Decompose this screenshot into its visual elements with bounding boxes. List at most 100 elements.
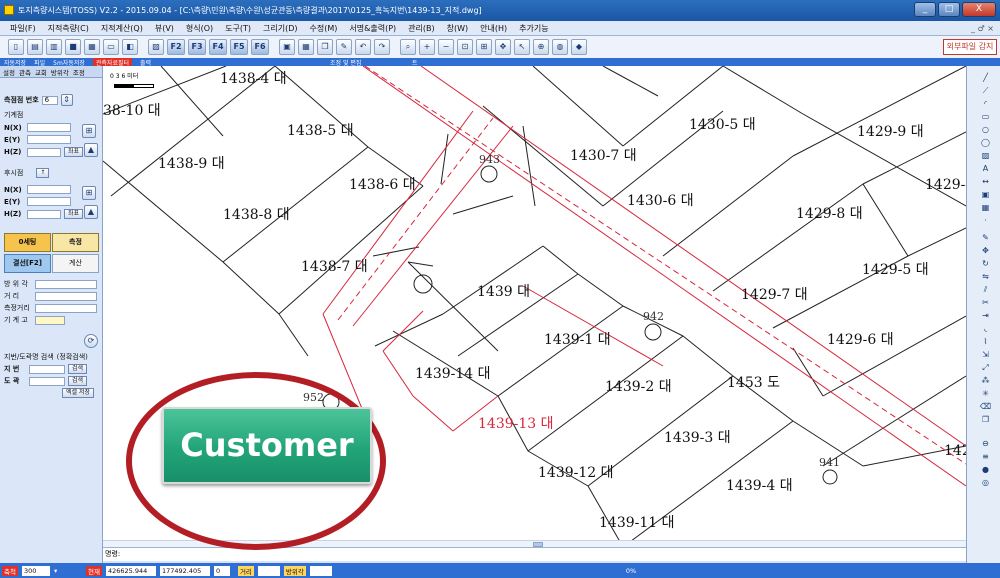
block-tool-icon[interactable]: ▣ (979, 189, 992, 200)
calculate-button[interactable]: 계산 (52, 254, 99, 273)
scale-value[interactable]: 300 (21, 565, 50, 576)
globe-icon[interactable]: ◍ (552, 39, 568, 55)
arc-tool-icon[interactable]: ◜ (979, 98, 992, 109)
f5-button[interactable]: F5 (230, 39, 248, 55)
rectangle-tool-icon[interactable]: ▭ (979, 111, 992, 122)
scale-tool-icon[interactable]: ⤢ (979, 362, 992, 373)
menu-format[interactable]: 형식(O) (180, 23, 219, 34)
distance-input[interactable] (35, 291, 97, 301)
f4-button[interactable]: F4 (209, 39, 227, 55)
menu-sign-print[interactable]: 서명&출력(P) (343, 23, 402, 34)
erase-tool-icon[interactable]: ⌫ (979, 401, 992, 412)
azimuth-input[interactable] (35, 279, 97, 289)
fillet-tool-icon[interactable]: ◟ (979, 323, 992, 334)
sheet-input[interactable] (29, 376, 65, 386)
tab-observation[interactable]: 관측 (19, 67, 31, 77)
pencil-icon[interactable]: ✎ (336, 39, 352, 55)
layer-icon[interactable]: ▭ (103, 39, 119, 55)
dimension-tool-icon[interactable]: ↔ (979, 176, 992, 187)
result-f2-button[interactable]: 결선[F2] (4, 254, 51, 273)
extend-tool-icon[interactable]: ⇥ (979, 310, 992, 321)
tab-adjust[interactable]: 조정 (73, 67, 85, 77)
mdi-controls[interactable]: _ ♂ × (971, 24, 994, 33)
menu-file[interactable]: 파일(F) (4, 23, 42, 34)
zoom-icon[interactable]: ⌕ (400, 39, 416, 55)
target-tool-icon[interactable]: ◎ (979, 477, 992, 488)
refresh-icon[interactable]: ⟳ (84, 334, 98, 348)
snap-icon[interactable]: ⊕ (533, 39, 549, 55)
offset-tool-icon[interactable]: ⫽ (979, 284, 992, 295)
close-button[interactable]: X (962, 2, 996, 17)
minimize-button[interactable]: _ (914, 2, 936, 17)
open-folder-icon[interactable]: ▥ (46, 39, 62, 55)
polyline-tool-icon[interactable]: ⟋ (979, 85, 992, 96)
zoom-out-icon[interactable]: − (438, 39, 454, 55)
point-tool-icon[interactable]: · (979, 215, 992, 226)
instrument-height-input[interactable] (35, 315, 65, 325)
explode-tool-icon[interactable]: ✳ (979, 388, 992, 399)
command-line[interactable]: 명령: (103, 547, 966, 561)
stretch-tool-icon[interactable]: ⇲ (979, 349, 992, 360)
text-tool-icon[interactable]: A (979, 163, 992, 174)
info-tool-icon[interactable]: ⊖ (979, 438, 992, 449)
menu-modify[interactable]: 수정(M) (304, 23, 344, 34)
menu-window[interactable]: 창(W) (441, 23, 475, 34)
station-stepper-icon[interactable]: ⇕ (60, 94, 73, 106)
save-icon[interactable]: ■ (65, 39, 81, 55)
tab-settings[interactable]: 설정 (3, 67, 15, 77)
group2-h-input[interactable] (27, 209, 61, 219)
group1-pick-icon[interactable]: ⊞ (82, 124, 96, 138)
circle-tool-icon[interactable]: ○ (979, 124, 992, 135)
undo-icon[interactable]: ↶ (355, 39, 371, 55)
mirror-tool-icon[interactable]: ⇋ (979, 271, 992, 282)
new-file-icon[interactable]: ▯ (8, 39, 24, 55)
copy-tool-icon[interactable]: ❐ (979, 414, 992, 425)
alert-tool-icon[interactable]: ● (979, 464, 992, 475)
customer-button[interactable]: Customer (162, 407, 372, 484)
parcel-input[interactable] (29, 364, 65, 374)
menu-calc[interactable]: 지적계산(Q) (95, 23, 149, 34)
tab-intersection[interactable]: 교회 (35, 67, 47, 77)
print-icon[interactable]: ▦ (84, 39, 100, 55)
group2-n-input[interactable] (27, 185, 71, 194)
excel-save-button[interactable]: 엑셀 저장 (62, 388, 94, 398)
pen-tool-icon[interactable]: ✎ (979, 232, 992, 243)
measure-tool-icon[interactable]: ≡ (979, 451, 992, 462)
parcel-search-button[interactable]: 검색 (68, 364, 88, 374)
menu-view[interactable]: 뷰(V) (149, 23, 180, 34)
trim-tool-icon[interactable]: ✂ (979, 297, 992, 308)
group1-n-input[interactable] (27, 123, 71, 132)
scale-dropdown-icon[interactable]: ▾ (54, 567, 68, 575)
menu-addons[interactable]: 추가기능 (513, 23, 554, 34)
array-tool-icon[interactable]: ⁂ (979, 375, 992, 386)
select-icon[interactable]: ↖ (514, 39, 530, 55)
group2-coord-button[interactable]: 좌표 (64, 209, 84, 219)
paste-icon[interactable]: ▣ (279, 39, 295, 55)
measured-distance-input[interactable] (35, 303, 97, 313)
group1-coord-button[interactable]: 좌표 (64, 147, 84, 157)
break-tool-icon[interactable]: ⌇ (979, 336, 992, 347)
group2-map-icon[interactable]: ▲ (84, 205, 98, 219)
marker-icon[interactable]: ◆ (571, 39, 587, 55)
copy-icon[interactable]: ❐ (317, 39, 333, 55)
zoom-in-icon[interactable]: + (419, 39, 435, 55)
f3-button[interactable]: F3 (188, 39, 206, 55)
zoom-window-icon[interactable]: ⊡ (457, 39, 473, 55)
external-file-warning-button[interactable]: 외부파일 감지 (943, 39, 997, 55)
zero-set-button[interactable]: 0세팅 (4, 233, 51, 252)
back-sight-button[interactable]: ↑ (36, 168, 50, 178)
redo-icon[interactable]: ↷ (374, 39, 390, 55)
group1-h-input[interactable] (27, 147, 61, 157)
group1-e-input[interactable] (27, 135, 71, 144)
move-tool-icon[interactable]: ✥ (979, 245, 992, 256)
format-icon[interactable]: ▨ (148, 39, 164, 55)
f6-button[interactable]: F6 (251, 39, 269, 55)
measure-button[interactable]: 측정 (52, 233, 99, 252)
group1-map-icon[interactable]: ▲ (84, 143, 98, 157)
f2-button[interactable]: F2 (167, 39, 185, 55)
grid-icon[interactable]: ▦ (298, 39, 314, 55)
line-tool-icon[interactable]: ╱ (979, 72, 992, 83)
hatch-tool-icon[interactable]: ▨ (979, 150, 992, 161)
menu-survey[interactable]: 지적측량(C) (42, 23, 95, 34)
sheet-search-button[interactable]: 검색 (68, 376, 88, 386)
